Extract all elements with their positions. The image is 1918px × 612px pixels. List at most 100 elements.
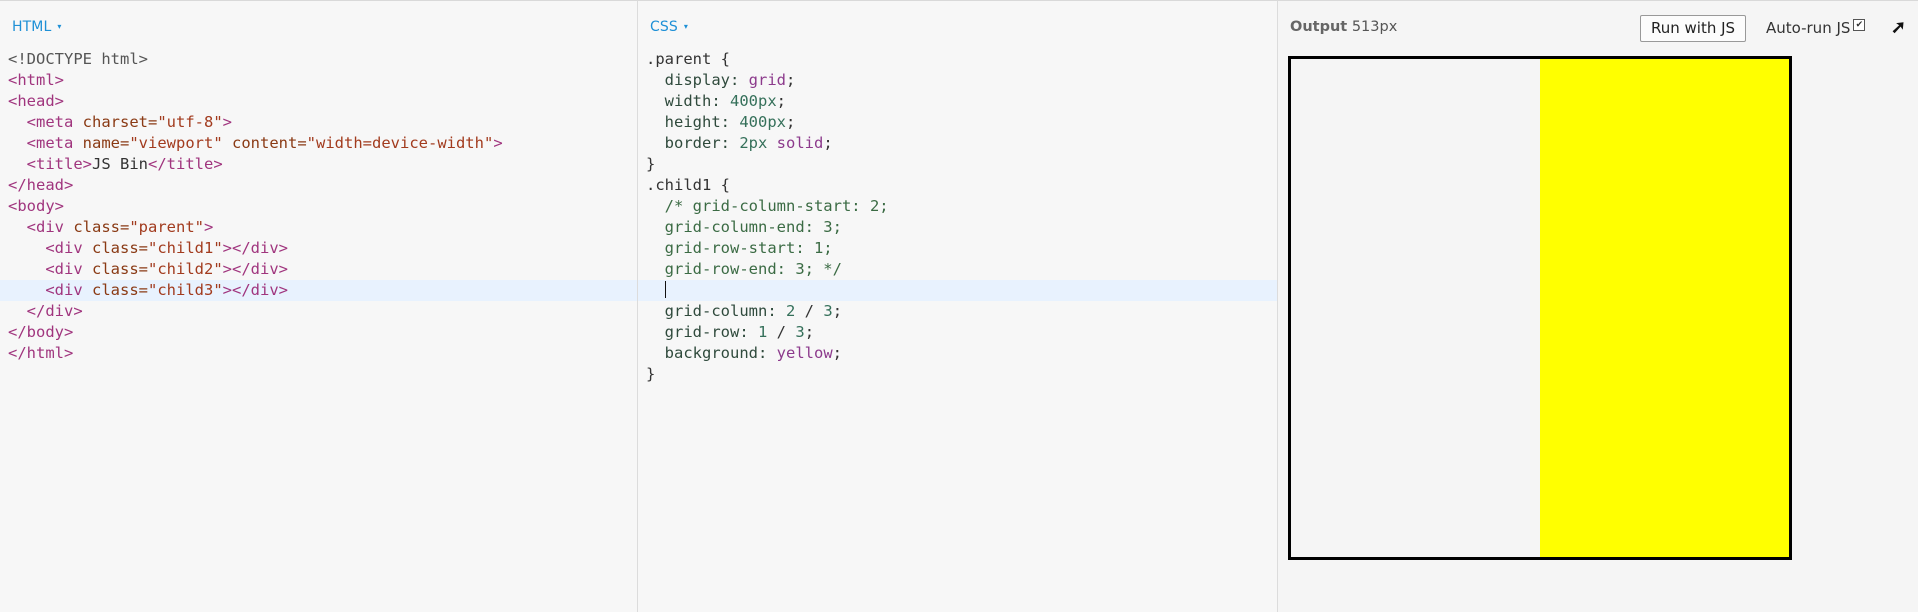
- code-token: <div: [45, 281, 92, 299]
- code-token: /: [767, 323, 796, 341]
- code-token: </div>: [26, 302, 83, 320]
- html-code-line[interactable]: </div>: [0, 301, 637, 322]
- css-panel-dropdown[interactable]: CSS ▾: [650, 19, 688, 35]
- code-token: "utf-8": [157, 113, 223, 131]
- html-code-line[interactable]: <head>: [0, 91, 637, 112]
- code-token: background:: [664, 344, 777, 362]
- code-token: <title>: [26, 155, 92, 173]
- css-code-line[interactable]: .child1 {: [638, 175, 1277, 196]
- code-token: grid: [748, 71, 786, 89]
- code-token: >: [204, 218, 214, 236]
- code-token: <!DOCTYPE html>: [8, 50, 148, 68]
- code-token: ></div>: [222, 260, 288, 278]
- html-panel-label: HTML: [12, 19, 52, 35]
- css-code-line[interactable]: grid-row-start: 1;: [638, 238, 1277, 259]
- code-token: JS Bin: [92, 155, 148, 173]
- html-code-line[interactable]: </html>: [0, 343, 637, 364]
- html-code-line[interactable]: <body>: [0, 196, 637, 217]
- code-token: yellow: [776, 344, 833, 362]
- code-token: 1: [758, 323, 768, 341]
- html-code-line[interactable]: </body>: [0, 322, 637, 343]
- code-token: ;: [832, 302, 843, 320]
- code-token: <meta: [26, 113, 83, 131]
- css-code-line[interactable]: grid-column-end: 3;: [638, 217, 1277, 238]
- code-token: 3: [823, 302, 833, 320]
- code-token: /: [795, 302, 824, 320]
- css-code-line[interactable]: display: grid;: [638, 70, 1277, 91]
- code-token: ;: [804, 323, 815, 341]
- text-cursor: [664, 281, 666, 298]
- autorun-checkbox[interactable]: ✔: [1853, 19, 1866, 31]
- code-token: class=: [92, 239, 148, 257]
- code-token: >: [493, 134, 503, 152]
- html-code-line[interactable]: <div class="child1"></div>: [0, 238, 637, 259]
- code-token: .child1 {: [646, 176, 730, 194]
- html-code-line[interactable]: <div class="child3"></div>: [0, 280, 637, 301]
- css-editor-panel: CSS ▾ .parent { display: grid; width: 400…: [638, 0, 1278, 612]
- autorun-js-toggle[interactable]: Auto-run JS ✔: [1766, 19, 1866, 37]
- code-token: <body>: [8, 197, 64, 215]
- html-code-line[interactable]: <meta name="viewport" content="width=dev…: [0, 133, 637, 154]
- code-token: ></div>: [222, 281, 288, 299]
- code-token: grid-row:: [664, 323, 758, 341]
- html-panel-dropdown[interactable]: HTML ▾: [12, 19, 61, 35]
- html-code-line[interactable]: <div class="child2"></div>: [0, 259, 637, 280]
- code-token: ;: [832, 344, 842, 362]
- html-code-line[interactable]: <html>: [0, 70, 637, 91]
- code-token: "child1": [148, 239, 223, 257]
- css-code-line[interactable]: height: 400px;: [638, 112, 1277, 133]
- css-panel-label: CSS: [650, 19, 678, 35]
- css-code-line[interactable]: grid-row: 1 / 3;: [638, 322, 1277, 343]
- html-code-line[interactable]: <!DOCTYPE html>: [0, 49, 637, 70]
- code-token: class=: [92, 260, 148, 278]
- html-editor-panel: HTML ▾ <!DOCTYPE html> <html> <head> <meta …: [0, 0, 638, 612]
- css-code-line[interactable]: }: [638, 154, 1277, 175]
- css-code-line[interactable]: background: yellow;: [638, 343, 1277, 364]
- html-code-editor[interactable]: <!DOCTYPE html> <html> <head> <meta charse…: [0, 49, 637, 364]
- html-code-line[interactable]: <title>JS Bin</title>: [0, 154, 637, 175]
- code-token: ;: [823, 134, 833, 152]
- html-code-line[interactable]: <div class="parent">: [0, 217, 637, 238]
- popout-arrow-icon[interactable]: ➚: [1891, 17, 1906, 38]
- run-with-js-button[interactable]: Run with JS: [1640, 15, 1747, 42]
- css-code-line[interactable]: /* grid-column-start: 2;: [638, 196, 1277, 217]
- css-code-line[interactable]: grid-row-end: 3; */: [638, 259, 1277, 280]
- code-token: </head>: [8, 176, 74, 194]
- html-code-line[interactable]: <meta charset="utf-8">: [0, 112, 637, 133]
- code-token: <div: [26, 218, 74, 236]
- code-token: }: [646, 155, 656, 173]
- code-token: ;: [786, 113, 796, 131]
- code-token: grid-row-end: 3; */: [664, 260, 842, 278]
- css-code-line[interactable]: width: 400px;: [638, 91, 1277, 112]
- code-token: </html>: [8, 344, 74, 362]
- css-code-line[interactable]: border: 2px solid;: [638, 133, 1277, 154]
- css-code-line[interactable]: [638, 280, 1277, 301]
- output-preview-parent: [1288, 56, 1792, 560]
- code-token: <html>: [8, 71, 64, 89]
- code-token: charset=: [82, 113, 158, 131]
- code-token: height:: [664, 113, 740, 131]
- css-code-line[interactable]: }: [638, 364, 1277, 385]
- css-code-line[interactable]: .parent {: [638, 49, 1277, 70]
- code-token: ;: [776, 92, 787, 110]
- code-token: name=: [82, 134, 130, 152]
- code-token: 400px: [730, 92, 777, 110]
- css-code-editor[interactable]: .parent { display: grid; width: 400px; h…: [638, 49, 1277, 385]
- css-code-line[interactable]: grid-column: 2 / 3;: [638, 301, 1277, 322]
- html-code-line[interactable]: </head>: [0, 175, 637, 196]
- code-token: width:: [664, 92, 730, 110]
- code-token: "width=device-width": [306, 134, 494, 152]
- code-token: 400px: [739, 113, 786, 131]
